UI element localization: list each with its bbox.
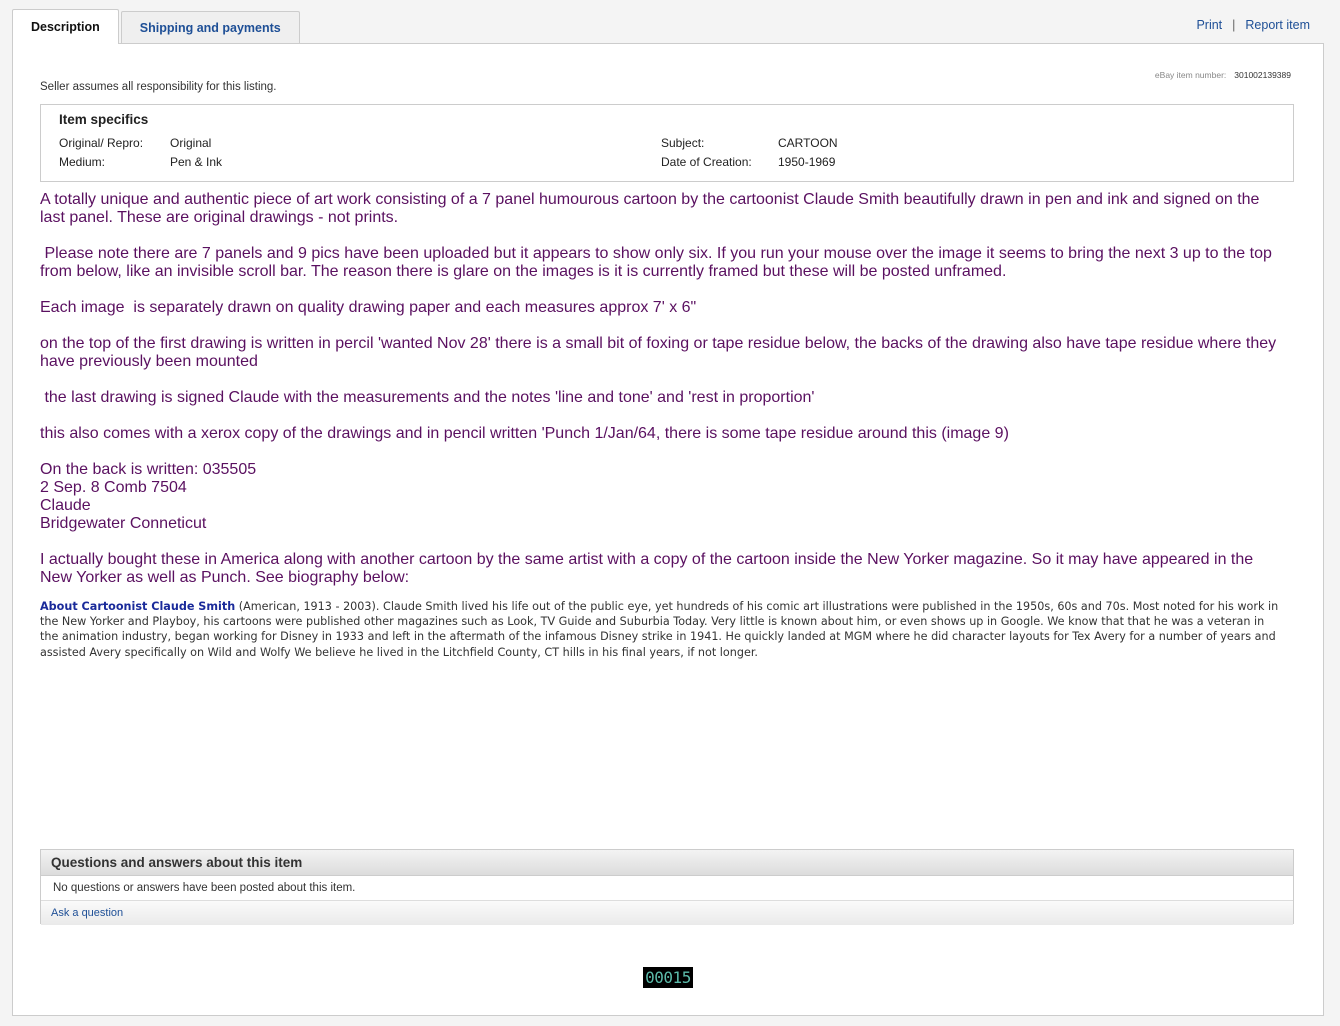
tab-shipping-and-payments[interactable]: Shipping and payments	[120, 11, 300, 44]
visitor-counter: 00015	[643, 967, 693, 988]
spec-date-of-creation: Date of Creation: 1950-1969	[661, 155, 835, 169]
description-line: Claude	[40, 497, 91, 514]
description-line: On the back is written: 035505	[40, 461, 257, 478]
description-paragraph: this also comes with a xerox copy of the…	[40, 425, 1009, 442]
spec-key: Subject:	[661, 136, 705, 150]
item-specifics-box: Item specifics Original/ Repro: Original …	[40, 104, 1294, 182]
tab-description[interactable]: Description	[12, 9, 119, 44]
spec-subject: Subject: CARTOON	[661, 136, 838, 150]
description-address-block: On the back is written: 035505 2 Sep. 8 …	[40, 461, 1280, 533]
artist-biography: About Cartoonist Claude Smith (American,…	[40, 599, 1280, 660]
description-paragraph: on the top of the first drawing is writt…	[40, 335, 1277, 370]
item-description: A totally unique and authentic piece of …	[40, 191, 1280, 605]
spec-value: Original	[170, 136, 212, 150]
qa-title: Questions and answers about this item	[41, 850, 1293, 876]
print-link[interactable]: Print	[1196, 18, 1222, 32]
spec-value: CARTOON	[778, 136, 838, 150]
spec-original-repro: Original/ Repro: Original	[59, 136, 211, 150]
spec-key: Date of Creation:	[661, 155, 752, 169]
description-paragraph: A totally unique and authentic piece of …	[40, 191, 1260, 226]
spec-value: Pen & Ink	[170, 155, 223, 169]
ask-question-link[interactable]: Ask a question	[51, 907, 123, 919]
description-line: Bridgewater Conneticut	[40, 515, 207, 532]
report-item-link[interactable]: Report item	[1245, 18, 1310, 32]
spec-value: 1950-1969	[778, 155, 836, 169]
tab-bar: Description Shipping and payments	[12, 9, 300, 44]
description-paragraph: I actually bought these in America along…	[40, 551, 1254, 586]
spec-key: Original/ Repro:	[59, 136, 144, 150]
description-panel: eBay item number: 301002139389 Seller ass…	[12, 43, 1324, 1016]
qa-footer: Ask a question	[41, 901, 1293, 925]
description-paragraph: Each image is separately drawn on qualit…	[40, 299, 697, 316]
qa-empty-message: No questions or answers have been posted…	[41, 876, 1293, 901]
item-number-label: eBay item number:	[1154, 70, 1227, 80]
item-number: eBay item number: 301002139389	[1155, 70, 1291, 80]
biography-name: About Cartoonist Claude Smith	[40, 600, 236, 613]
top-links: Print | Report item	[1196, 18, 1310, 32]
description-paragraph: Please note there are 7 panels and 9 pic…	[40, 245, 1277, 280]
description-line: 2 Sep. 8 Comb 7504	[40, 479, 187, 496]
seller-note: Seller assumes all responsibility for th…	[40, 81, 277, 93]
item-number-value: 301002139389	[1234, 70, 1291, 80]
link-separator: |	[1232, 18, 1236, 32]
spec-key: Medium:	[59, 155, 106, 169]
questions-answers-box: Questions and answers about this item No…	[40, 849, 1294, 925]
spec-medium: Medium: Pen & Ink	[59, 155, 222, 169]
description-paragraph: the last drawing is signed Claude with t…	[40, 389, 815, 406]
item-specifics-title: Item specifics	[59, 112, 149, 127]
